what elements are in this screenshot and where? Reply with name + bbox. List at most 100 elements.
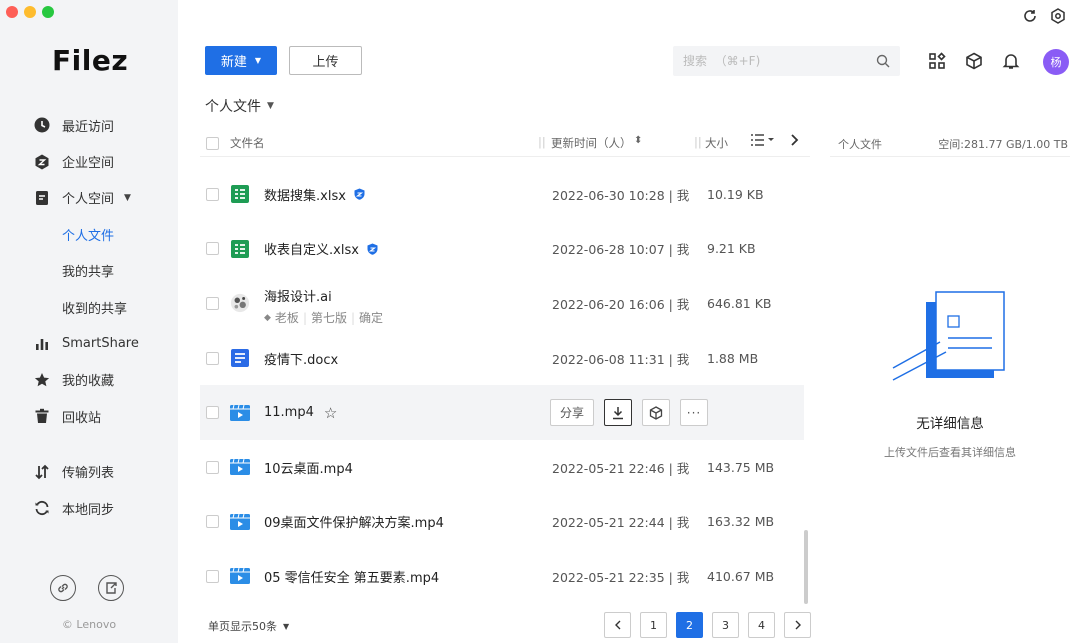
word-document-icon xyxy=(230,348,250,368)
list-view-icon[interactable] xyxy=(750,133,774,150)
maximize-window-button[interactable] xyxy=(42,6,54,18)
sidebar-item-label: SmartShare xyxy=(62,336,139,352)
close-window-button[interactable] xyxy=(6,6,18,18)
sidebar-item-transfers[interactable]: 传输列表 xyxy=(0,454,178,490)
page-button[interactable]: 3 xyxy=(712,612,739,638)
row-checkbox[interactable] xyxy=(206,569,219,583)
detail-panel-title: 个人文件 xyxy=(838,138,882,151)
sidebar-item-label: 本地同步 xyxy=(62,502,115,518)
refresh-icon[interactable] xyxy=(1022,8,1038,24)
row-checkbox[interactable] xyxy=(206,296,219,310)
select-all-checkbox[interactable] xyxy=(206,137,219,150)
sidebar-item-received-shares[interactable]: 收到的共享 xyxy=(0,289,178,325)
scrollbar-thumb[interactable] xyxy=(804,530,808,604)
page-button[interactable]: 4 xyxy=(748,612,775,638)
chevron-left-icon xyxy=(614,620,620,630)
download-icon xyxy=(613,406,623,419)
transfer-icon xyxy=(34,464,50,480)
sidebar-item-smartshare[interactable]: SmartShare xyxy=(0,325,178,361)
prev-page-button[interactable] xyxy=(604,612,631,638)
table-row[interactable]: 疫情下.docx 2022-06-08 11:31 | 我 1.88 MB xyxy=(200,331,804,386)
chevron-down-icon: ▼ xyxy=(283,621,290,631)
sidebar-item-personal-space[interactable]: 个人空间 ▼ xyxy=(0,180,178,216)
share-button[interactable]: 分享 xyxy=(550,399,594,427)
table-row[interactable]: 11.mp4 ☆ 分享 ··· xyxy=(200,385,804,440)
file-name[interactable]: 09桌面文件保护解决方案.mp4 xyxy=(264,512,444,531)
chevron-down-icon: ▼ xyxy=(254,56,262,65)
row-checkbox[interactable] xyxy=(206,242,219,256)
sidebar-item-favorites[interactable]: 我的收藏 xyxy=(0,362,178,398)
new-button[interactable]: 新建 ▼ xyxy=(205,46,277,75)
table-row[interactable]: 10云桌面.mp4 2022-05-21 22:46 | 我 143.75 MB xyxy=(200,440,804,495)
sidebar-item-label: 最近访问 xyxy=(62,119,115,135)
link-button[interactable] xyxy=(50,575,76,601)
settings-icon[interactable] xyxy=(1050,8,1066,24)
star-outline-icon[interactable]: ☆ xyxy=(324,404,337,422)
file-time: 2022-06-20 16:06 | 我 xyxy=(552,296,690,312)
row-checkbox[interactable] xyxy=(206,187,219,201)
sidebar-bottom-actions xyxy=(50,575,124,601)
tag[interactable]: 老板 xyxy=(275,309,299,326)
avatar[interactable]: 杨 xyxy=(1043,49,1069,75)
tag[interactable]: 确定 xyxy=(359,309,383,326)
file-time: 2022-06-30 10:28 | 我 xyxy=(552,187,690,203)
column-header-name[interactable]: 文件名 xyxy=(230,135,265,151)
copyright: © Lenovo xyxy=(61,618,117,631)
sidebar-item-enterprise[interactable]: 企业空间 xyxy=(0,143,178,179)
tag[interactable]: 第七版 xyxy=(311,309,347,326)
file-name[interactable]: 收表自定义.xlsx xyxy=(264,239,378,258)
apps-button[interactable] xyxy=(926,50,948,72)
export-button[interactable] xyxy=(98,575,124,601)
page-button[interactable]: 1 xyxy=(640,612,667,638)
upload-button[interactable]: 上传 xyxy=(289,46,362,75)
sidebar-item-local-sync[interactable]: 本地同步 xyxy=(0,490,178,526)
apps-grid-icon xyxy=(929,52,946,69)
page-button-current[interactable]: 2 xyxy=(676,612,703,638)
breadcrumb[interactable]: 个人文件 ▼ xyxy=(205,96,274,116)
search-icon[interactable] xyxy=(876,54,890,68)
sidebar-item-recycle-bin[interactable]: 回收站 xyxy=(0,398,178,434)
sidebar-item-my-shares[interactable]: 我的共享 xyxy=(0,253,178,289)
column-header-time[interactable]: 更新时间（人） xyxy=(551,135,632,151)
table-row[interactable]: 09桌面文件保护解决方案.mp4 2022-05-21 22:44 | 我 16… xyxy=(200,495,804,550)
file-name[interactable]: 数据搜集.xlsx xyxy=(264,185,365,204)
search-input[interactable] xyxy=(683,54,876,68)
file-size: 9.21 KB xyxy=(707,241,756,257)
file-name[interactable]: 11.mp4 ☆ xyxy=(264,404,337,422)
file-time: 2022-06-28 10:07 | 我 xyxy=(552,242,690,258)
file-tags: ◆ 老板 | 第七版 | 确定 xyxy=(264,309,384,326)
table-row[interactable]: 收表自定义.xlsx 2022-06-28 10:07 | 我 9.21 KB xyxy=(200,222,804,277)
sidebar-item-personal-files[interactable]: 个人文件 xyxy=(0,216,178,252)
page-size-select[interactable]: 单页显示50条 ▼ xyxy=(208,618,289,634)
more-button[interactable]: ··· xyxy=(680,399,708,427)
chevron-right-icon[interactable] xyxy=(790,133,800,150)
table-row[interactable]: 海报设计.ai ◆ 老板 | 第七版 | 确定 2022-06-20 16:06… xyxy=(200,276,804,331)
table-row[interactable]: 05 零信任安全 第五要素.mp4 2022-05-21 22:35 | 我 4… xyxy=(200,549,804,604)
row-checkbox[interactable] xyxy=(206,351,219,365)
file-name[interactable]: 疫情下.docx xyxy=(264,349,338,368)
table-row[interactable]: 数据搜集.xlsx 2022-06-30 10:28 | 我 10.19 KB xyxy=(200,167,804,222)
spreadsheet-icon xyxy=(230,239,250,259)
column-header-size[interactable]: 大小 xyxy=(705,135,728,151)
file-name[interactable]: 05 零信任安全 第五要素.mp4 xyxy=(264,567,439,586)
box-button[interactable] xyxy=(963,50,985,72)
sidebar-item-label: 个人文件 xyxy=(62,228,115,244)
video-file-icon xyxy=(230,566,250,586)
sidebar-item-label: 传输列表 xyxy=(62,466,115,482)
box-action-button[interactable] xyxy=(642,399,670,427)
next-page-button[interactable] xyxy=(784,612,811,638)
sidebar-item-label: 个人空间 xyxy=(62,192,115,208)
row-checkbox[interactable] xyxy=(206,406,219,420)
row-checkbox[interactable] xyxy=(206,460,219,474)
minimize-window-button[interactable] xyxy=(24,6,36,18)
sidebar-item-recent[interactable]: 最近访问 xyxy=(0,107,178,143)
chevron-right-icon xyxy=(795,620,801,630)
file-time: 2022-05-21 22:46 | 我 xyxy=(552,460,690,476)
row-checkbox[interactable] xyxy=(206,515,219,529)
sort-icon[interactable]: ⬍ xyxy=(634,135,642,146)
file-name[interactable]: 海报设计.ai ◆ 老板 | 第七版 | 确定 xyxy=(264,286,383,326)
file-name[interactable]: 10云桌面.mp4 xyxy=(264,458,353,477)
download-button[interactable] xyxy=(604,399,632,427)
notifications-button[interactable] xyxy=(1000,50,1022,72)
video-file-icon xyxy=(230,403,250,423)
